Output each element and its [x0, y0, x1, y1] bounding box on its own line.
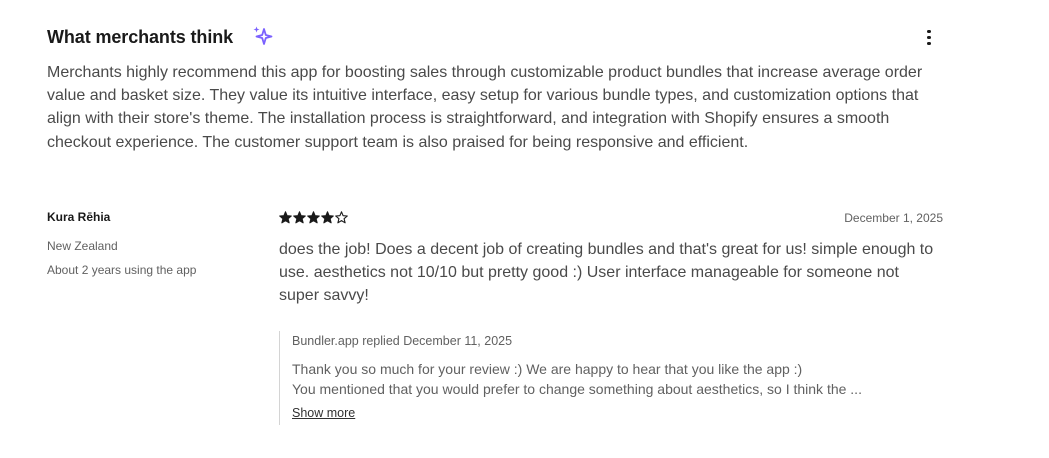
reviewer-usage: About 2 years using the app — [47, 263, 197, 277]
reply-body: Thank you so much for your review :) We … — [292, 359, 942, 399]
developer-reply: Bundler.app replied December 11, 2025 Th… — [279, 331, 942, 425]
star-filled-icon — [293, 211, 306, 224]
reviewer-country: New Zealand — [47, 239, 118, 253]
section-title: What merchants think — [47, 27, 234, 47]
star-filled-icon — [279, 211, 292, 224]
more-vertical-icon — [927, 29, 931, 33]
star-filled-icon — [321, 211, 334, 224]
sparkle-icon — [253, 26, 273, 45]
reviewer-info: Kura Rēhia New Zealand About 2 years usi… — [47, 210, 257, 277]
reply-line: You mentioned that you would prefer to c… — [292, 381, 862, 397]
merchant-summary: Merchants highly recommend this app for … — [47, 64, 923, 151]
star-rating — [279, 211, 348, 225]
review-date: December 1, 2025 — [844, 211, 943, 225]
star-filled-icon — [307, 211, 320, 224]
reviewer-name: Kura Rēhia — [47, 210, 111, 224]
more-options-button[interactable] — [921, 27, 937, 49]
reply-line: Thank you so much for your review :) We … — [292, 361, 803, 377]
review-text: does the job! Does a decent job of creat… — [279, 241, 934, 305]
section-header: What merchants think — [47, 24, 943, 52]
star-empty-icon — [335, 211, 348, 224]
show-more-link[interactable]: Show more — [292, 406, 355, 420]
reply-header: Bundler.app replied December 11, 2025 — [292, 334, 513, 348]
